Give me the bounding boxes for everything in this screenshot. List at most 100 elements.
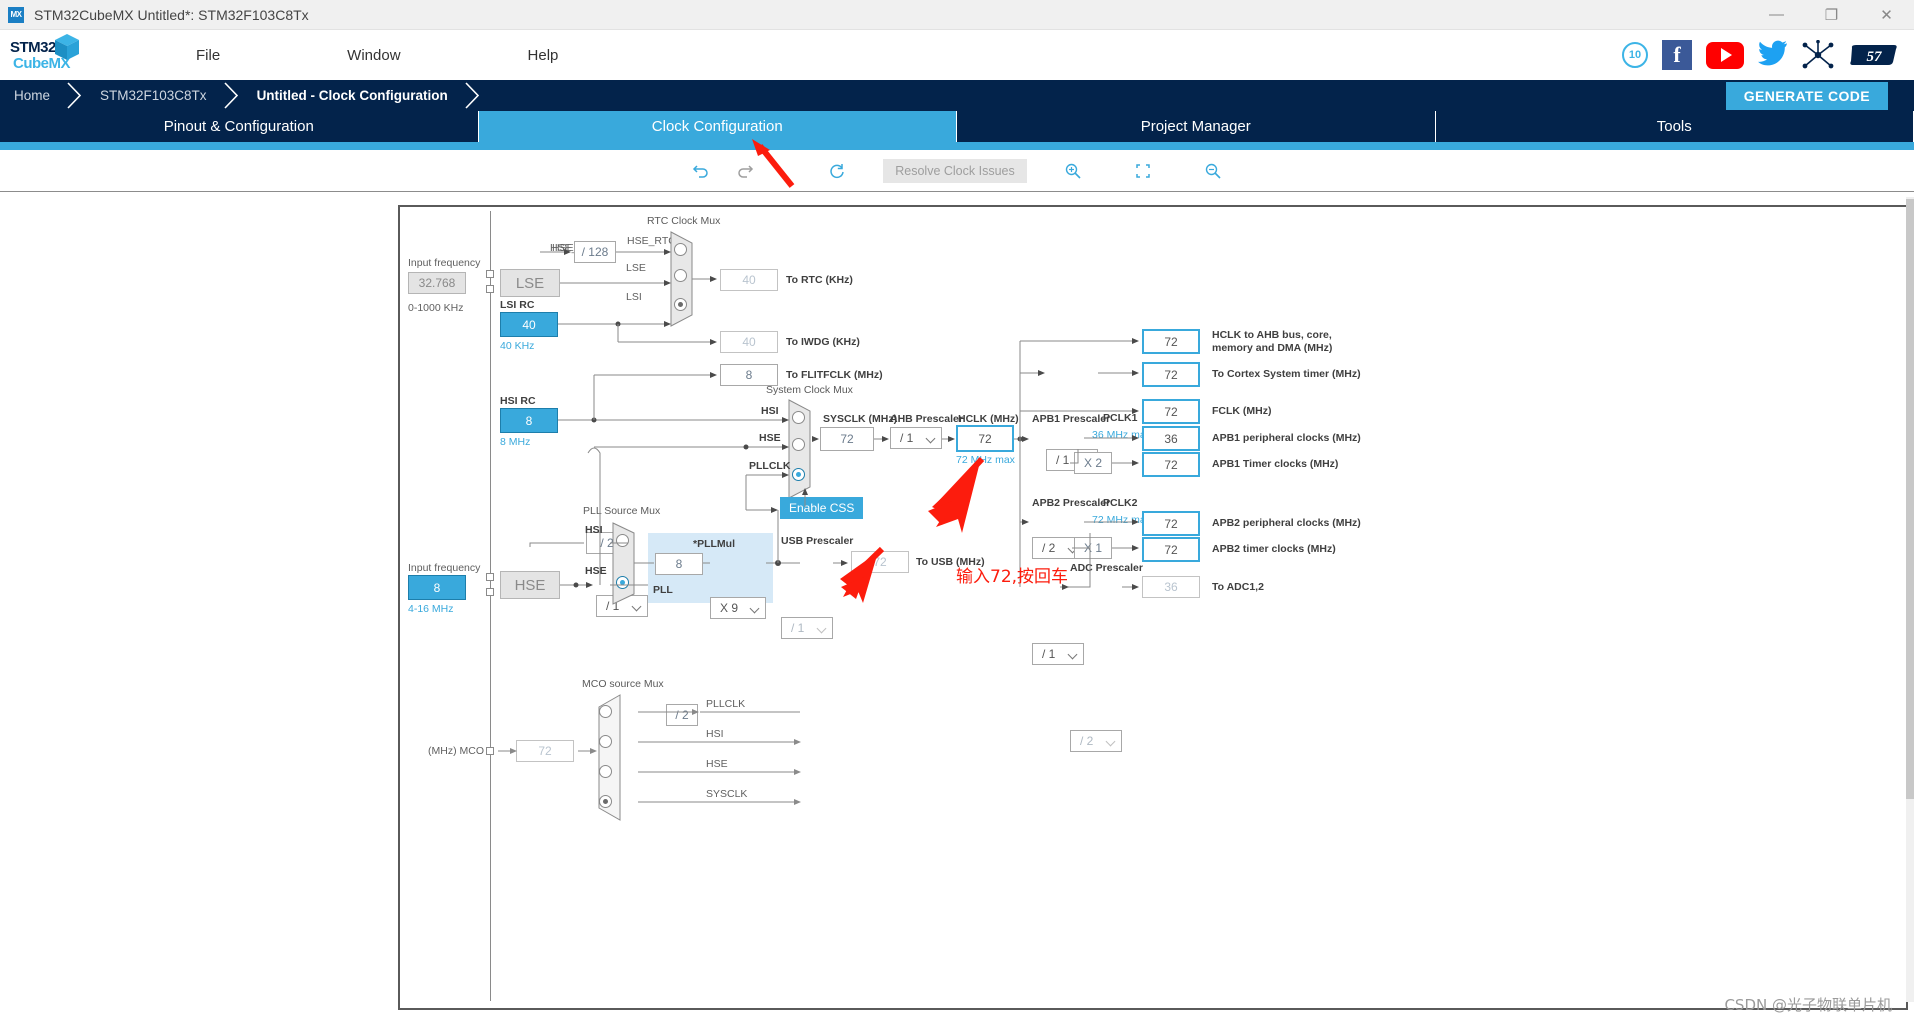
undo-icon[interactable] xyxy=(679,156,723,186)
hclk-field[interactable]: 72 xyxy=(956,425,1014,452)
redo-icon[interactable] xyxy=(723,156,767,186)
clock-canvas: Input frequency 32.768 0-1000 KHz LSE LS… xyxy=(0,197,1914,1021)
cubemx-logo: STM32 CubeMX xyxy=(10,33,80,77)
usb-prescaler-select[interactable]: / 1 xyxy=(781,617,833,639)
apb1-peripheral-field: 36 xyxy=(1142,426,1200,451)
lse-port-top xyxy=(486,270,494,278)
anniversary-badge-icon[interactable]: 10 xyxy=(1622,42,1648,68)
zoom-fit-icon[interactable] xyxy=(1121,156,1165,186)
resolve-clock-issues-button[interactable]: Resolve Clock Issues xyxy=(883,158,1027,183)
generate-code-button[interactable]: GENERATE CODE xyxy=(1725,81,1888,110)
system-mux-radio-pllclk[interactable] xyxy=(792,468,805,481)
hsi-value-field[interactable]: 8 xyxy=(500,408,558,433)
logo-line-1: STM32 xyxy=(10,39,56,56)
breadcrumb-current[interactable]: Untitled - Clock Configuration xyxy=(243,80,462,111)
lse-input-frequency-field[interactable]: 32.768 xyxy=(408,272,466,294)
hse-input-frequency-field[interactable]: 8 xyxy=(408,575,466,600)
adc-prescaler-select[interactable]: / 2 xyxy=(1070,730,1122,752)
pll-mux-radio-hse[interactable] xyxy=(616,576,629,589)
tab-tools[interactable]: Tools xyxy=(1435,111,1914,142)
apb2-prescaler-select[interactable]: / 1 xyxy=(1032,643,1084,665)
tab-clock-configuration[interactable]: Clock Configuration xyxy=(478,111,957,142)
to-iwdg-field: 40 xyxy=(720,331,778,353)
mco-pll-divider: / 2 xyxy=(666,704,698,726)
youtube-icon[interactable] xyxy=(1706,41,1744,69)
social-links: 10 f 57 xyxy=(1622,40,1914,71)
breadcrumb-chevron-2-icon xyxy=(221,80,243,111)
hse-input-frequency-label: Input frequency xyxy=(408,562,481,574)
to-flitfclk-field: 8 xyxy=(720,364,778,386)
st-logo-icon[interactable]: 57 xyxy=(1848,40,1900,70)
scrollbar-thumb[interactable] xyxy=(1906,199,1914,799)
mco-mux-radio-hse[interactable] xyxy=(599,765,612,778)
clock-toolbar: Resolve Clock Issues xyxy=(0,150,1914,192)
mco-mux-radio-pllclk[interactable] xyxy=(599,705,612,718)
watermark: CSDN @光子物联单片机 xyxy=(1724,996,1892,1014)
zoom-in-icon[interactable] xyxy=(1051,156,1095,186)
zoom-out-icon[interactable] xyxy=(1191,156,1235,186)
system-mux-radio-hsi[interactable] xyxy=(792,411,805,424)
lse-range-label: 0-1000 KHz xyxy=(408,302,464,314)
community-icon[interactable] xyxy=(1802,40,1834,70)
mco-input-hse-label: HSE xyxy=(706,758,728,770)
close-button[interactable]: ✕ xyxy=(1859,0,1914,30)
fclk-output-label: FCLK (MHz) xyxy=(1212,405,1272,417)
vertical-scrollbar[interactable] xyxy=(1906,197,1914,1002)
adc-prescaler-value: / 2 xyxy=(1080,734,1094,748)
pll-mux-radio-hsi[interactable] xyxy=(616,534,629,547)
hse-div128-source-label: HSE xyxy=(552,242,574,254)
rtc-mux-radio-hse-rtc[interactable] xyxy=(674,243,687,256)
maximize-button[interactable]: ❐ xyxy=(1804,0,1859,30)
rtc-mux-radio-lsi[interactable] xyxy=(674,298,687,311)
pllmul-select[interactable]: X 9 xyxy=(710,597,766,619)
system-mux-radio-hse[interactable] xyxy=(792,438,805,451)
breadcrumb-mcu[interactable]: STM32F103C8Tx xyxy=(86,80,221,111)
mco-input-pllclk-label: PLLCLK xyxy=(706,698,746,710)
apb2-peripheral-field: 72 xyxy=(1142,511,1200,536)
hse-rtc-label: HSE_RTC xyxy=(627,235,676,247)
apb1-timer-label: APB1 Timer clocks (MHz) xyxy=(1212,458,1339,470)
menu-items: File Window Help xyxy=(180,41,669,70)
pllmul-value: X 9 xyxy=(720,601,739,615)
menu-file[interactable]: File xyxy=(180,41,236,70)
facebook-icon[interactable]: f xyxy=(1662,40,1692,70)
hse-range-label: 4-16 MHz xyxy=(408,603,454,615)
rtc-clock-mux-title: RTC Clock Mux xyxy=(647,215,721,227)
mco-source-mux-title: MCO source Mux xyxy=(582,678,664,690)
apb1-timer-multiplier: X 2 xyxy=(1074,452,1112,474)
refresh-icon[interactable] xyxy=(815,156,859,186)
system-clock-mux-title: System Clock Mux xyxy=(766,384,853,396)
tab-project-manager[interactable]: Project Manager xyxy=(957,111,1436,142)
mco-mux-radio-sysclk[interactable] xyxy=(599,795,612,808)
lse-oscillator-box[interactable]: LSE xyxy=(500,269,560,297)
adc-prescaler-label: ADC Prescaler xyxy=(1070,562,1143,574)
ahb-prescaler-select[interactable]: / 1 xyxy=(890,427,942,449)
mco-output-field: 72 xyxy=(516,740,574,762)
to-rtc-field: 40 xyxy=(720,269,778,291)
rtc-mux-input-lsi-label: LSI xyxy=(626,291,642,303)
mco-mux-radio-hsi[interactable] xyxy=(599,735,612,748)
sysclk-label: SYSCLK (MHz) xyxy=(823,413,898,425)
window-controls: — ❐ ✕ xyxy=(1749,0,1914,30)
hclk-ahb-output-field: 72 xyxy=(1142,329,1200,354)
hse-oscillator-box[interactable]: HSE xyxy=(500,571,560,599)
apb2-timer-multiplier: X 1 xyxy=(1074,537,1112,559)
breadcrumb: Home STM32F103C8Tx Untitled - Clock Conf… xyxy=(0,80,1914,111)
menu-window[interactable]: Window xyxy=(331,41,416,70)
rtc-mux-radio-lse[interactable] xyxy=(674,269,687,282)
menu-help[interactable]: Help xyxy=(512,41,575,70)
lsi-value-field[interactable]: 40 xyxy=(500,312,558,337)
twitter-icon[interactable] xyxy=(1758,40,1788,71)
breadcrumb-home[interactable]: Home xyxy=(0,80,64,111)
to-iwdg-label: To IWDG (KHz) xyxy=(786,336,860,348)
to-usb-field: 72 xyxy=(851,551,909,573)
apb2-timer-label: APB2 timer clocks (MHz) xyxy=(1212,543,1336,555)
svg-text:57: 57 xyxy=(1867,49,1883,65)
cortex-timer-output-field: 72 xyxy=(1142,362,1200,387)
usb-prescaler-value: / 1 xyxy=(791,621,805,635)
apb2-peripheral-label: APB2 peripheral clocks (MHz) xyxy=(1212,517,1361,529)
enable-css-button[interactable]: Enable CSS xyxy=(780,497,864,519)
tab-pinout-configuration[interactable]: Pinout & Configuration xyxy=(0,111,479,142)
minimize-button[interactable]: — xyxy=(1749,0,1804,30)
sysclk-field: 72 xyxy=(820,427,874,451)
